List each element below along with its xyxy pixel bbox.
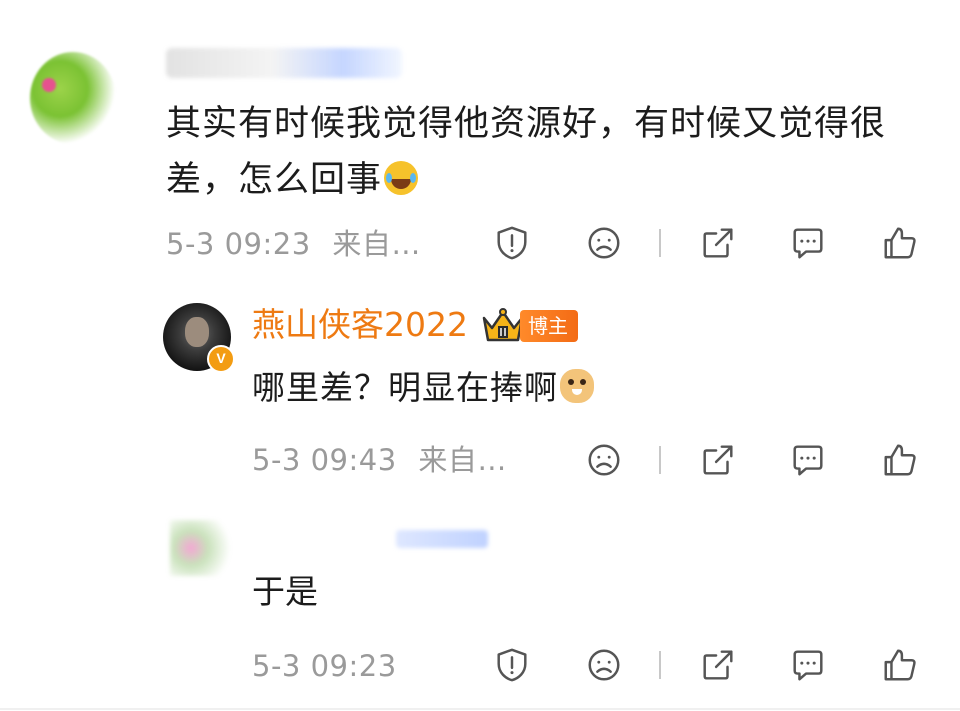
author-name-redacted[interactable]: [396, 530, 488, 548]
doge-emoji-icon: [560, 369, 594, 403]
comment-text: 其实有时候我觉得他资源好，有时候又觉得很差，怎么回事: [166, 96, 936, 208]
comment-icon[interactable]: [788, 223, 828, 263]
reply-meta: 5-3 09:43 来自…: [252, 440, 507, 480]
timestamp: 5-3 09:43: [252, 443, 397, 477]
reply-body: 哪里差？明显在捧啊: [252, 368, 558, 407]
source-label[interactable]: 来自…: [332, 227, 421, 261]
blogger-badge: 博主: [520, 310, 578, 342]
divider: [659, 229, 661, 257]
like-thumb-icon[interactable]: [880, 223, 920, 263]
dislike-face-icon[interactable]: [584, 440, 624, 480]
author-name[interactable]: 燕山侠客2022: [252, 303, 468, 347]
report-icon[interactable]: [492, 645, 532, 685]
laugh-cry-emoji-icon: [384, 161, 419, 195]
report-icon[interactable]: [492, 223, 532, 263]
dislike-face-icon[interactable]: [584, 223, 624, 263]
divider: [659, 446, 661, 474]
author-name-redacted[interactable]: [166, 48, 402, 78]
source-label[interactable]: 来自…: [418, 443, 507, 477]
share-icon[interactable]: [698, 440, 738, 480]
dislike-face-icon[interactable]: [584, 645, 624, 685]
verified-badge-icon: V: [207, 345, 235, 373]
like-thumb-icon[interactable]: [880, 440, 920, 480]
share-icon[interactable]: [698, 645, 738, 685]
avatar[interactable]: V: [163, 303, 235, 373]
comment-body: 其实有时候我觉得他资源好，有时候又觉得很差，怎么回事: [166, 104, 887, 200]
like-thumb-icon[interactable]: [880, 645, 920, 685]
comment-icon[interactable]: [788, 645, 828, 685]
avatar[interactable]: [30, 52, 116, 144]
divider: [659, 651, 661, 679]
comment-text: 于是: [252, 572, 318, 611]
avatar[interactable]: [170, 520, 240, 576]
comment-meta: 5-3 09:23: [252, 646, 397, 686]
divider: [0, 708, 960, 710]
timestamp: 5-3 09:23: [166, 227, 311, 261]
comment-icon[interactable]: [788, 440, 828, 480]
timestamp: 5-3 09:23: [252, 649, 397, 683]
share-icon[interactable]: [698, 223, 738, 263]
comment-meta: 5-3 09:23 来自…: [166, 224, 421, 264]
reply-text: 哪里差？明显在捧啊: [252, 362, 594, 414]
